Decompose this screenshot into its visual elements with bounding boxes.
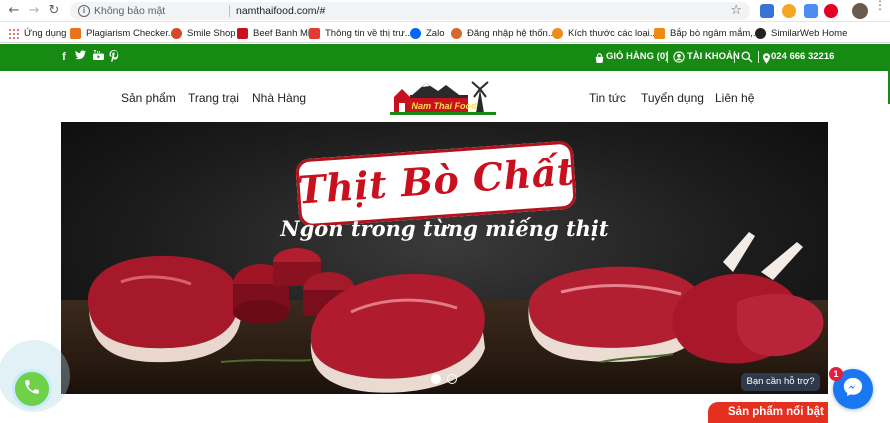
bookmark-favicon-icon — [552, 27, 563, 39]
notification-badge: 1 — [829, 367, 843, 381]
bookmark-favicon-icon — [654, 27, 665, 39]
browser-menu-icon[interactable]: ⋮ — [874, 0, 886, 11]
beef-cuts-illustration — [87, 232, 824, 393]
featured-products-heading: Sản phẩm nổi bật — [708, 402, 828, 423]
top-bar: f GIỎ HÀNG (0) TÀI KHOẢN 024 666 32216 — [0, 44, 888, 71]
bookmark-item[interactable]: Beef Banh Mi — [237, 26, 310, 40]
bookmark-item[interactable]: Zalo — [410, 26, 444, 40]
topbar-divider — [758, 51, 759, 63]
bookmark-item[interactable]: Ứng dụng — [8, 26, 66, 40]
bookmark-label: Ứng dụng — [24, 27, 67, 39]
bookmark-favicon-icon — [755, 27, 766, 39]
phone-marker-icon — [763, 51, 770, 69]
nav-item-farm[interactable]: Trang trại — [188, 91, 239, 105]
call-button[interactable] — [12, 369, 52, 409]
nav-item-restaurant[interactable]: Nhà Hàng — [252, 91, 306, 105]
address-bar[interactable]: i Không bảo mật namthaifood.com/# ☆ — [70, 2, 750, 20]
topbar-divider — [734, 51, 735, 63]
slider-dot[interactable] — [447, 374, 457, 384]
bookmark-favicon-icon — [171, 27, 182, 39]
star-icon[interactable]: ☆ — [730, 3, 742, 18]
bookmark-favicon-icon — [70, 27, 81, 39]
bookmark-label: Zalo — [426, 27, 445, 39]
nav-item-careers[interactable]: Tuyển dụng — [641, 91, 704, 105]
nav-item-news[interactable]: Tin tức — [589, 91, 626, 105]
bookmark-item[interactable]: Thông tin về thị trư... — [309, 26, 413, 40]
profile-avatar[interactable] — [852, 3, 868, 19]
security-label: Không bảo mật — [94, 5, 166, 17]
nav-item-products[interactable]: Sản phẩm — [121, 91, 176, 105]
pinterest-icon[interactable] — [108, 50, 119, 64]
hero-banner[interactable]: Thịt Bò Chất Ngon trong từng miếng thịt — [61, 122, 828, 394]
bookmark-item[interactable]: Bắp bò ngâm mắm,... — [654, 26, 761, 40]
bookmarks-bar: Ứng dụng Plagiarism Checker... Smile Sho… — [0, 22, 890, 43]
url-text[interactable]: namthaifood.com/# — [236, 5, 325, 17]
nav-item-contact[interactable]: Liên hệ — [715, 91, 754, 105]
cart-icon[interactable] — [594, 51, 605, 69]
bookmark-label: SimilarWeb Home — [771, 27, 848, 39]
site-info-icon[interactable]: i — [78, 5, 90, 17]
account-link[interactable]: TÀI KHOẢN — [687, 51, 740, 63]
facebook-icon[interactable]: f — [60, 50, 68, 64]
bookmark-label: Bắp bò ngâm mắm,... — [670, 27, 761, 39]
main-navigation: Sản phẩm Trang trại Nhà Hàng Nam Thai Fo… — [0, 71, 888, 122]
bookmark-item[interactable]: Smile Shop — [171, 26, 236, 40]
address-divider — [229, 5, 230, 17]
bookmark-item[interactable]: Kích thước các loại... — [552, 26, 658, 40]
back-arrow-icon[interactable]: ← — [6, 3, 22, 19]
twitter-icon[interactable] — [74, 50, 86, 64]
bookmark-favicon-icon — [309, 27, 320, 39]
bookmark-item[interactable]: SimilarWeb Home — [755, 26, 847, 40]
site-logo[interactable]: Nam Thai Food — [388, 79, 500, 117]
bookmark-item[interactable]: Đăng nhập hệ thốn... — [451, 26, 556, 40]
bookmark-favicon-icon — [410, 27, 421, 39]
slider-dot-active[interactable] — [431, 374, 441, 384]
search-icon[interactable] — [741, 50, 753, 68]
bookmark-favicon-icon — [451, 27, 462, 39]
bookmark-item[interactable]: Plagiarism Checker... — [70, 26, 176, 40]
topbar-divider — [667, 51, 668, 63]
extension-icon[interactable] — [782, 4, 796, 18]
bookmark-label: Kích thước các loại... — [568, 27, 658, 39]
bookmark-label: Thông tin về thị trư... — [325, 27, 413, 39]
youtube-icon[interactable] — [92, 49, 104, 64]
bookmark-label: Plagiarism Checker... — [86, 27, 176, 39]
bookmark-label: Beef Banh Mi — [253, 27, 311, 39]
pinterest-extension-icon[interactable] — [824, 4, 838, 18]
messenger-icon — [842, 376, 864, 403]
hero-subtitle: Ngon trong từng miếng thịt — [280, 216, 609, 241]
bookmark-label: Smile Shop — [187, 27, 236, 39]
support-prompt[interactable]: Bạn cần hỗ trợ? — [741, 373, 820, 391]
reload-icon[interactable]: ↻ — [46, 3, 62, 19]
apps-grid-icon — [8, 27, 19, 39]
bookmark-favicon-icon — [237, 27, 248, 39]
logo-wordmark: Nam Thai Food — [412, 101, 478, 111]
translate-extension-icon[interactable] — [760, 4, 774, 18]
hotline-number[interactable]: 024 666 32216 — [771, 51, 834, 63]
phone-icon — [23, 378, 41, 401]
account-icon[interactable] — [673, 50, 685, 68]
forward-arrow-icon[interactable]: → — [26, 3, 42, 19]
extension-badge-icon[interactable] — [804, 4, 818, 18]
bookmark-label: Đăng nhập hệ thốn... — [467, 27, 556, 39]
browser-toolbar: ← → ↻ i Không bảo mật namthaifood.com/# … — [0, 0, 890, 22]
cart-link[interactable]: GIỎ HÀNG (0) — [606, 51, 668, 63]
